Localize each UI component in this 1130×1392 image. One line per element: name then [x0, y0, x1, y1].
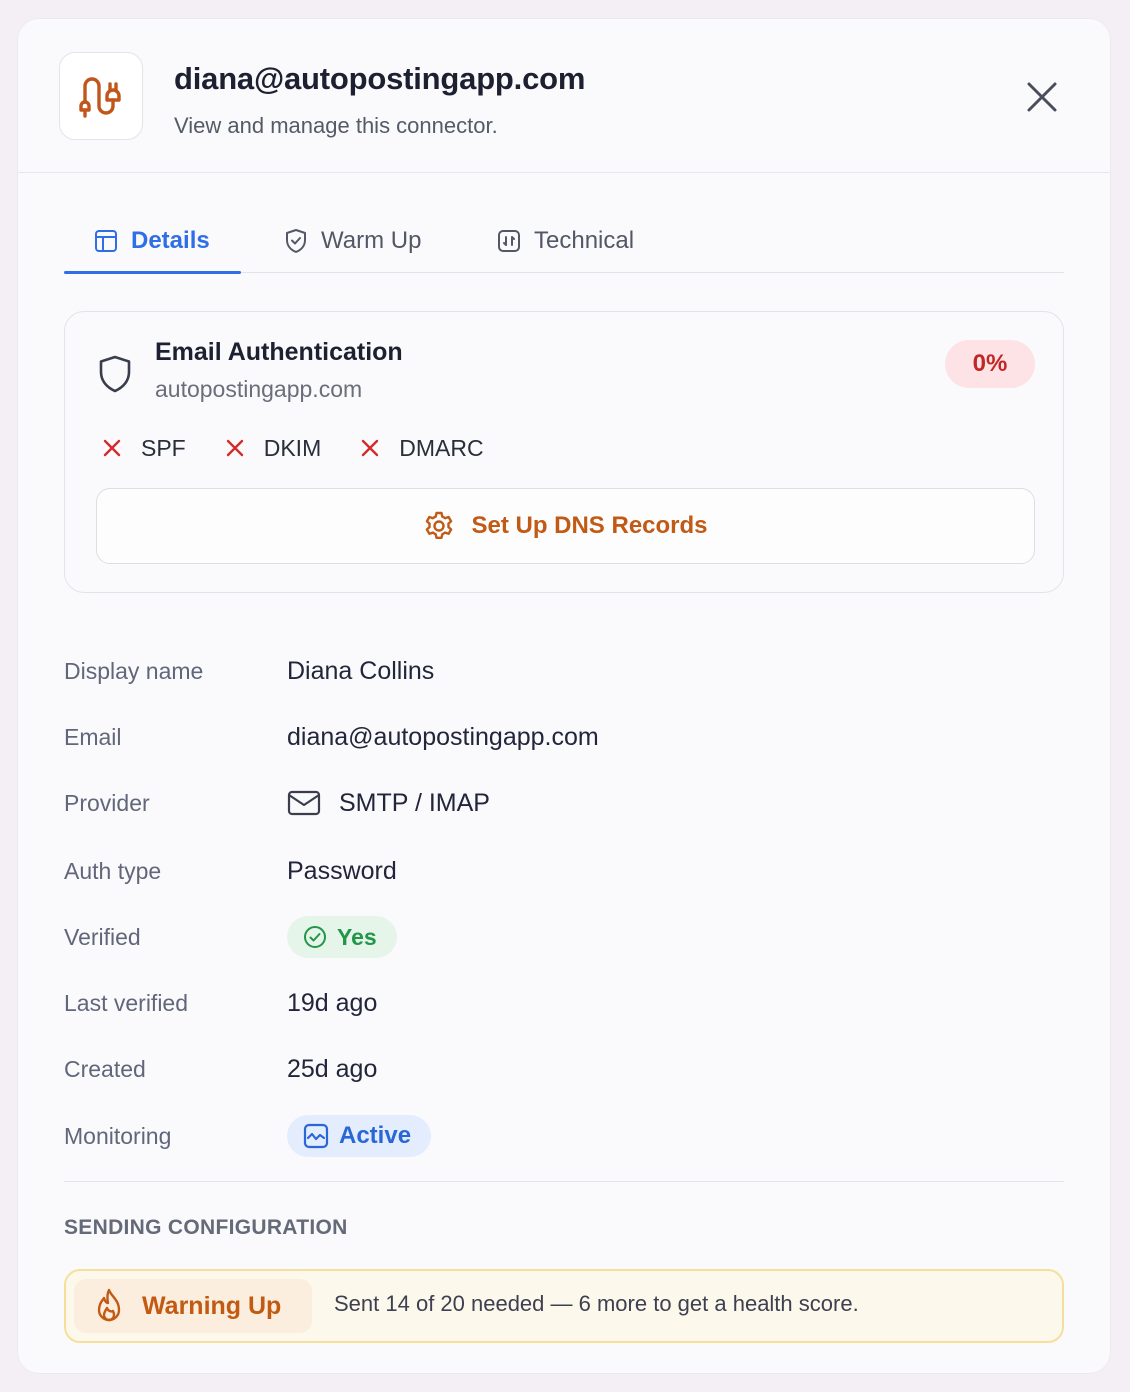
mail-icon	[287, 790, 321, 816]
shield-icon	[99, 355, 131, 393]
check-circle-icon	[304, 926, 326, 948]
connector-modal: diana@autopostingapp.com View and manage…	[17, 18, 1111, 1374]
check-dmarc: DMARC	[361, 434, 484, 462]
check-spf: SPF	[103, 435, 186, 462]
code-icon	[498, 230, 520, 252]
warmup-status-banner: Warning Up Sent 14 of 20 needed — 6 more…	[64, 1269, 1064, 1343]
check-spf-label: SPF	[141, 434, 186, 461]
gear-icon	[426, 511, 453, 539]
tab-warm-up[interactable]: Warm Up	[284, 209, 421, 273]
activity-chart-icon	[303, 1123, 329, 1149]
check-dkim-label: DKIM	[263, 434, 322, 461]
tab-technical-label: Technical	[534, 227, 635, 254]
auth-title: Email Authentication	[155, 338, 403, 366]
verified-label: Yes	[337, 923, 377, 950]
detail-label: Verified	[64, 923, 141, 950]
setup-dns-button[interactable]: Set Up DNS Records	[96, 488, 1035, 564]
setup-dns-label: Set Up DNS Records	[471, 512, 708, 539]
tab-warm-up-label: Warm Up	[321, 227, 422, 254]
verified-badge: Yes	[287, 916, 397, 958]
detail-value: 25d ago	[287, 1054, 378, 1083]
detail-label: Last verified	[64, 989, 189, 1016]
sending-config-title: SENDING CONFIGURATION	[64, 1216, 348, 1239]
shield-check-icon	[286, 229, 306, 253]
connector-logo	[59, 52, 143, 140]
detail-value: 19d ago	[287, 988, 378, 1017]
modal-title: diana@autopostingapp.com	[174, 61, 586, 96]
active-tab-indicator	[64, 271, 241, 274]
detail-row-verified: Verified Yes	[64, 915, 1064, 959]
detail-value: diana@autopostingapp.com	[287, 722, 599, 751]
detail-row-provider: Provider SMTP / IMAP	[64, 781, 1064, 825]
detail-row-display-name: Display name Diana Collins	[64, 649, 1064, 693]
warmup-progress-text: Sent 14 of 20 needed — 6 more to get a h…	[334, 1291, 859, 1316]
tab-details[interactable]: Details	[94, 209, 210, 273]
plug-icon	[79, 77, 121, 118]
detail-value: Password	[287, 856, 397, 885]
close-button[interactable]	[1022, 77, 1062, 117]
layout-icon	[95, 230, 117, 252]
detail-label: Auth type	[64, 857, 162, 884]
detail-row-monitoring: Monitoring Active	[64, 1114, 1064, 1158]
detail-label: Email	[64, 723, 122, 750]
x-icon	[226, 439, 243, 457]
modal-header: diana@autopostingapp.com View and manage…	[18, 19, 1110, 173]
x-icon	[362, 439, 379, 457]
auth-domain: autopostingapp.com	[155, 376, 363, 402]
detail-row-email: Email diana@autopostingapp.com	[64, 715, 1064, 759]
check-dmarc-label: DMARC	[399, 434, 484, 461]
detail-label: Created	[64, 1055, 146, 1082]
tab-bar: Details Warm Up Technical	[64, 209, 1064, 274]
provider-label: SMTP / IMAP	[339, 788, 490, 817]
auth-checks: SPF DKIM DMARC	[103, 432, 524, 464]
monitoring-badge[interactable]: Active	[287, 1115, 432, 1157]
check-dkim: DKIM	[226, 434, 322, 462]
close-icon	[1027, 82, 1057, 112]
auth-score-badge: 0%	[945, 340, 1035, 388]
x-icon	[103, 439, 121, 457]
monitoring-label: Active	[339, 1122, 412, 1149]
warmup-badge: Warning Up	[74, 1279, 312, 1333]
flame-icon	[97, 1288, 121, 1322]
detail-label: Monitoring	[64, 1122, 172, 1149]
tab-technical[interactable]: Technical	[497, 209, 634, 273]
tab-details-label: Details	[131, 227, 210, 254]
modal-subtitle: View and manage this connector.	[174, 113, 498, 138]
detail-row-last-verified: Last verified 19d ago	[64, 981, 1064, 1025]
section-divider	[64, 1181, 1064, 1182]
email-auth-card: Email Authentication autopostingapp.com …	[64, 311, 1064, 593]
detail-row-auth-type: Auth type Password	[64, 849, 1064, 893]
detail-row-created: Created 25d ago	[64, 1047, 1064, 1091]
detail-value: Diana Collins	[287, 656, 435, 685]
provider-value: SMTP / IMAP	[287, 789, 490, 818]
warmup-status-label: Warning Up	[142, 1291, 282, 1320]
detail-label: Display name	[64, 657, 204, 684]
detail-label: Provider	[64, 789, 150, 816]
